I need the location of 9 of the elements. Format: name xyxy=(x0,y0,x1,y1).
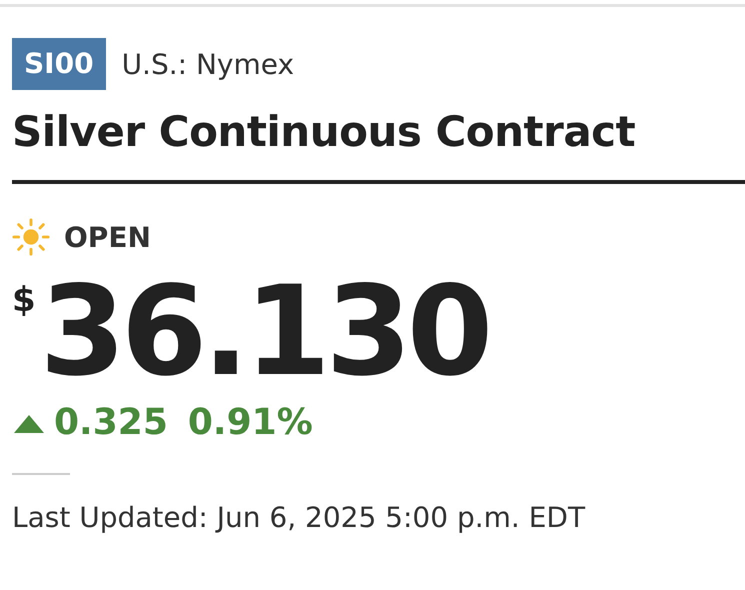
ticker-badge: SI00 xyxy=(12,38,106,90)
change-amount: 0.325 xyxy=(54,402,168,443)
exchange-label: U.S.: Nymex xyxy=(122,48,294,80)
instrument-title: Silver Continuous Contract xyxy=(12,106,636,158)
change-percent: 0.91% xyxy=(188,402,313,443)
market-status: OPEN xyxy=(64,220,151,254)
last-updated: Last Updated: Jun 6, 2025 5:00 p.m. EDT xyxy=(12,501,586,534)
price-value: 36.130 xyxy=(40,262,488,402)
currency-symbol: $ xyxy=(12,280,36,320)
